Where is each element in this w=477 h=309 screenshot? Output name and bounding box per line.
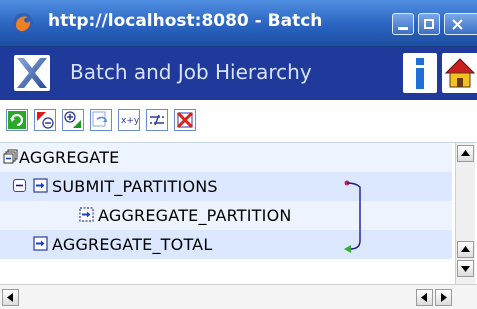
tree-node-label: SUBMIT_PARTITIONS <box>52 177 218 196</box>
tree-row[interactable]: AGGREGATE_TOTAL <box>0 230 452 259</box>
xy-icon: x+y <box>121 116 140 126</box>
arrow-up-icon <box>461 150 470 156</box>
tree-node-label: AGGREGATE_PARTITION <box>98 206 292 225</box>
window-title: http://localhost:8080 - Batch <box>48 11 323 31</box>
redo-icon <box>92 111 107 127</box>
maximize-button[interactable] <box>418 13 440 35</box>
info-icon <box>416 58 424 89</box>
arrow-right-icon <box>441 293 447 302</box>
collapse-button[interactable] <box>34 109 56 131</box>
collapse-icon <box>37 112 54 129</box>
toolbar: x+y <box>0 101 477 141</box>
tree-row[interactable]: AGGREGATE_PARTITION <box>0 201 452 230</box>
tree-row[interactable]: SUBMIT_PARTITIONS <box>0 172 452 201</box>
title-bar[interactable]: http://localhost:8080 - Batch <box>0 0 477 47</box>
close-icon <box>452 19 463 30</box>
minus-icon <box>16 184 23 187</box>
refresh-button[interactable] <box>6 109 28 131</box>
partition-job-icon <box>79 207 94 222</box>
expand-button[interactable] <box>62 109 84 131</box>
scroll-up-button[interactable] <box>457 145 474 162</box>
delete-icon <box>176 111 194 129</box>
arrow-left-icon <box>421 293 427 302</box>
application-window: http://localhost:8080 - Batch Batch and … <box>0 0 477 309</box>
scroll-down-button[interactable] <box>457 260 474 277</box>
scroll-left-button[interactable] <box>2 289 19 306</box>
arrow-left-icon <box>7 293 13 302</box>
job-icon <box>33 178 48 193</box>
expand-icon <box>64 111 81 128</box>
scroll-left-button[interactable] <box>416 289 433 306</box>
maximize-icon <box>424 19 434 29</box>
scroll-up-button[interactable] <box>457 241 474 258</box>
svg-text:x+y: x+y <box>121 116 139 126</box>
batch-stack-icon <box>3 149 18 164</box>
arrow-up-icon <box>461 246 470 252</box>
dependency-arrow <box>344 180 361 253</box>
tree-row[interactable]: AGGREGATE <box>0 143 452 172</box>
scroll-right-button[interactable] <box>435 289 452 306</box>
minimize-button[interactable] <box>392 13 414 35</box>
app-header: Batch and Job Hierarchy <box>0 47 477 100</box>
app-logo <box>14 55 50 91</box>
arrow-down-icon <box>461 266 470 272</box>
xy-button[interactable]: x+y <box>118 109 140 131</box>
collapse-toggle[interactable] <box>13 179 26 192</box>
redo-button[interactable] <box>90 109 112 131</box>
home-icon <box>444 58 476 88</box>
refresh-icon <box>8 111 26 129</box>
x-logo-icon <box>17 58 47 88</box>
delete-button[interactable] <box>174 109 196 131</box>
tree-node-label: AGGREGATE_TOTAL <box>52 235 213 254</box>
firefox-icon <box>13 13 33 33</box>
page-title: Batch and Job Hierarchy <box>70 60 312 84</box>
close-button[interactable] <box>444 13 477 35</box>
tree-node-label: AGGREGATE <box>19 148 120 167</box>
horizontal-scrollbar[interactable] <box>0 284 477 309</box>
flow-button[interactable] <box>146 109 168 131</box>
job-icon <box>33 236 48 251</box>
home-button[interactable] <box>442 53 477 93</box>
minimize-icon <box>398 27 408 30</box>
vertical-scrollbar[interactable] <box>455 143 475 284</box>
flow-icon <box>150 114 164 126</box>
info-button[interactable] <box>403 53 437 93</box>
